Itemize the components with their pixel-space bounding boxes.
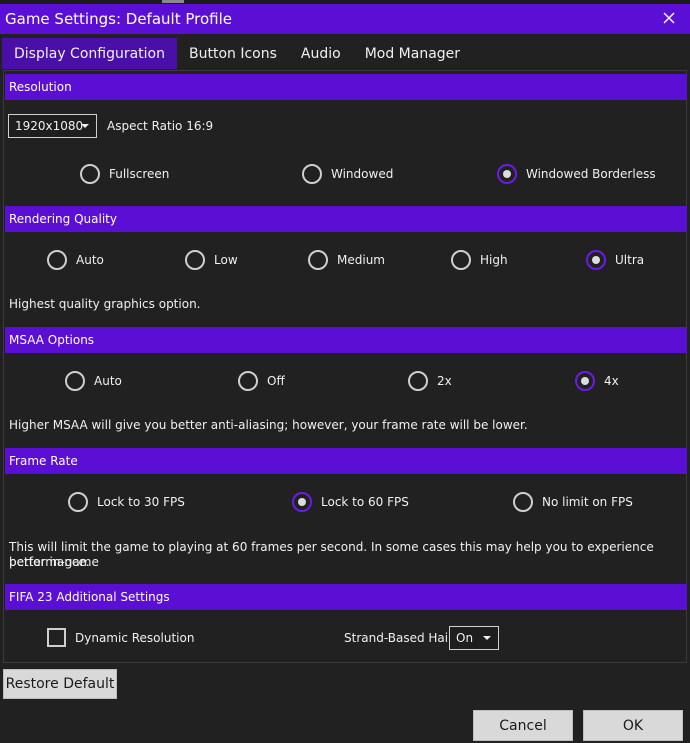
additional-settings-header: FIFA 23 Additional Settings	[5, 584, 687, 610]
radio-msaa-off[interactable]: Off	[238, 371, 285, 391]
radio-circle	[47, 250, 67, 270]
radio-circle	[308, 250, 328, 270]
radio-fps-60[interactable]: Lock to 60 FPS	[292, 492, 409, 512]
chevron-down-icon	[81, 124, 89, 128]
window-grip	[162, 0, 184, 3]
radio-label: Auto	[76, 253, 104, 267]
radio-circle	[185, 250, 205, 270]
radio-quality-high[interactable]: High	[451, 250, 508, 270]
radio-label: Windowed	[331, 167, 394, 181]
radio-windowed[interactable]: Windowed	[302, 164, 393, 184]
tab-mod-manager[interactable]: Mod Manager	[353, 38, 472, 70]
tab-display-configuration[interactable]: Display Configuration	[2, 38, 177, 69]
window-title: Game Settings: Default Profile	[5, 10, 232, 28]
tab-bar: Display Configuration Button Icons Audio…	[0, 38, 690, 70]
radio-circle	[292, 492, 312, 512]
radio-circle	[586, 250, 606, 270]
radio-label: Low	[214, 253, 238, 267]
cancel-button[interactable]: Cancel	[473, 710, 573, 741]
radio-msaa-4x[interactable]: 4x	[575, 371, 619, 391]
radio-msaa-2x[interactable]: 2x	[408, 371, 452, 391]
radio-circle	[575, 371, 595, 391]
radio-fullscreen[interactable]: Fullscreen	[80, 164, 169, 184]
strand-based-hair-label: Strand-Based Hair	[344, 631, 454, 645]
frame-rate-description-line2: performance.	[9, 555, 90, 569]
close-icon[interactable]	[662, 11, 676, 25]
aspect-ratio-label: Aspect Ratio 16:9	[107, 119, 214, 133]
radio-circle	[65, 371, 85, 391]
radio-windowed-borderless[interactable]: Windowed Borderless	[497, 164, 656, 184]
game-settings-window: Game Settings: Default Profile Display C…	[0, 0, 690, 743]
frame-rate-header: Frame Rate	[5, 448, 687, 474]
radio-circle	[451, 250, 471, 270]
radio-label: Windowed Borderless	[526, 167, 656, 181]
title-bar: Game Settings: Default Profile	[0, 4, 690, 34]
restore-default-button[interactable]: Restore Default	[3, 669, 117, 699]
rendering-quality-header: Rendering Quality	[5, 206, 687, 232]
msaa-header: MSAA Options	[5, 327, 687, 353]
radio-circle	[513, 492, 533, 512]
radio-label: 2x	[437, 374, 452, 388]
radio-circle	[408, 371, 428, 391]
radio-msaa-auto[interactable]: Auto	[65, 371, 122, 391]
radio-label: No limit on FPS	[542, 495, 633, 509]
resolution-select-value: 1920x1080	[15, 119, 84, 133]
radio-circle	[238, 371, 258, 391]
radio-label: Auto	[94, 374, 122, 388]
radio-label: Fullscreen	[109, 167, 170, 181]
radio-label: Off	[267, 374, 285, 388]
radio-fps-30[interactable]: Lock to 30 FPS	[68, 492, 185, 512]
radio-label: 4x	[604, 374, 619, 388]
strand-based-hair-value: On	[456, 631, 474, 645]
radio-circle	[68, 492, 88, 512]
tab-audio[interactable]: Audio	[289, 38, 353, 70]
radio-fps-unlimited[interactable]: No limit on FPS	[513, 492, 633, 512]
radio-label: Medium	[337, 253, 385, 267]
ok-button[interactable]: OK	[583, 710, 683, 741]
radio-circle	[302, 164, 322, 184]
checkbox-box	[47, 628, 66, 647]
radio-quality-medium[interactable]: Medium	[308, 250, 385, 270]
radio-quality-low[interactable]: Low	[185, 250, 238, 270]
radio-quality-ultra[interactable]: Ultra	[586, 250, 644, 270]
dynamic-resolution-label: Dynamic Resolution	[75, 630, 195, 645]
radio-label: Lock to 30 FPS	[97, 495, 185, 509]
msaa-description: Higher MSAA will give you better anti-al…	[9, 418, 528, 432]
radio-label: High	[480, 253, 508, 267]
rendering-quality-description: Highest quality graphics option.	[9, 297, 201, 311]
strand-based-hair-select[interactable]: On	[449, 626, 499, 650]
resolution-header: Resolution	[5, 74, 687, 100]
chevron-down-icon	[483, 636, 491, 640]
dynamic-resolution-checkbox[interactable]: Dynamic Resolution	[47, 628, 194, 647]
tab-button-icons[interactable]: Button Icons	[177, 38, 289, 70]
frame-rate-description-line1: This will limit the game to playing at 6…	[9, 540, 654, 569]
settings-panel: Resolution 1920x1080 Aspect Ratio 16:9 F…	[3, 70, 687, 663]
radio-circle	[80, 164, 100, 184]
radio-circle	[497, 164, 517, 184]
radio-label: Lock to 60 FPS	[321, 495, 409, 509]
radio-quality-auto[interactable]: Auto	[47, 250, 104, 270]
resolution-select[interactable]: 1920x1080	[8, 114, 97, 138]
radio-label: Ultra	[615, 253, 645, 267]
